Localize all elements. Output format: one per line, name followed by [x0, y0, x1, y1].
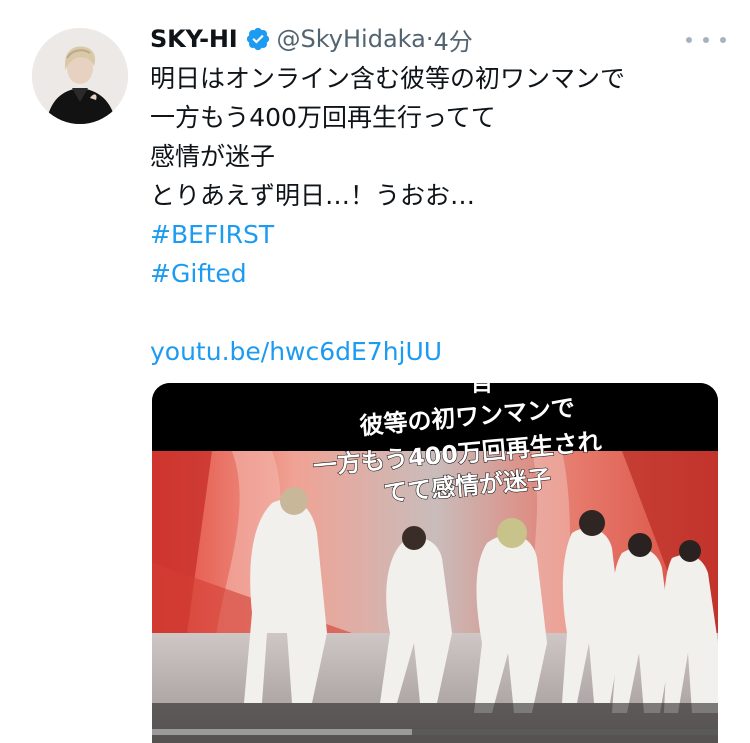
tweet-text: 明日はオンライン含む彼等の初ワンマンで 一方もう400万回再生行ってて 感情が迷… [150, 59, 730, 371]
hashtag-befirst[interactable]: #BEFIRST [150, 215, 730, 254]
media-card[interactable]: 目 彼等の初ワンマンで 一方もう400万回再生され てて感情が迷子 [152, 383, 718, 743]
caption-top-fragment: 目 [471, 383, 493, 397]
separator-dot: · [425, 25, 434, 53]
display-name[interactable]: SKY-HI [150, 25, 238, 53]
video-thumbnail: 目 彼等の初ワンマンで 一方もう400万回再生され てて感情が迷子 [152, 383, 718, 743]
tweet-header: SKY-HI @SkyHidaka · 4分 [150, 20, 473, 58]
timestamp[interactable]: 4分 [433, 22, 472, 57]
tweet[interactable]: SKY-HI @SkyHidaka · 4分 明日はオンライン含む彼等の初ワンマ… [0, 0, 750, 743]
more-options-icon[interactable] [686, 28, 726, 52]
tweet-line: 感情が迷子 [150, 142, 276, 171]
verified-badge-icon [245, 26, 271, 52]
hashtag-gifted[interactable]: #Gifted [150, 254, 730, 293]
tweet-line: 一方もう400万回再生行ってて [150, 103, 496, 132]
tweet-line: とりあえず明日…！うおお… [150, 181, 476, 210]
youtube-link[interactable]: youtu.be/hwc6dE7hjUU [150, 332, 730, 371]
avatar[interactable] [32, 28, 128, 124]
user-handle[interactable]: @SkyHidaka [277, 25, 426, 53]
tweet-line: 明日はオンライン含む彼等の初ワンマンで [150, 64, 626, 93]
avatar-image [32, 28, 128, 124]
